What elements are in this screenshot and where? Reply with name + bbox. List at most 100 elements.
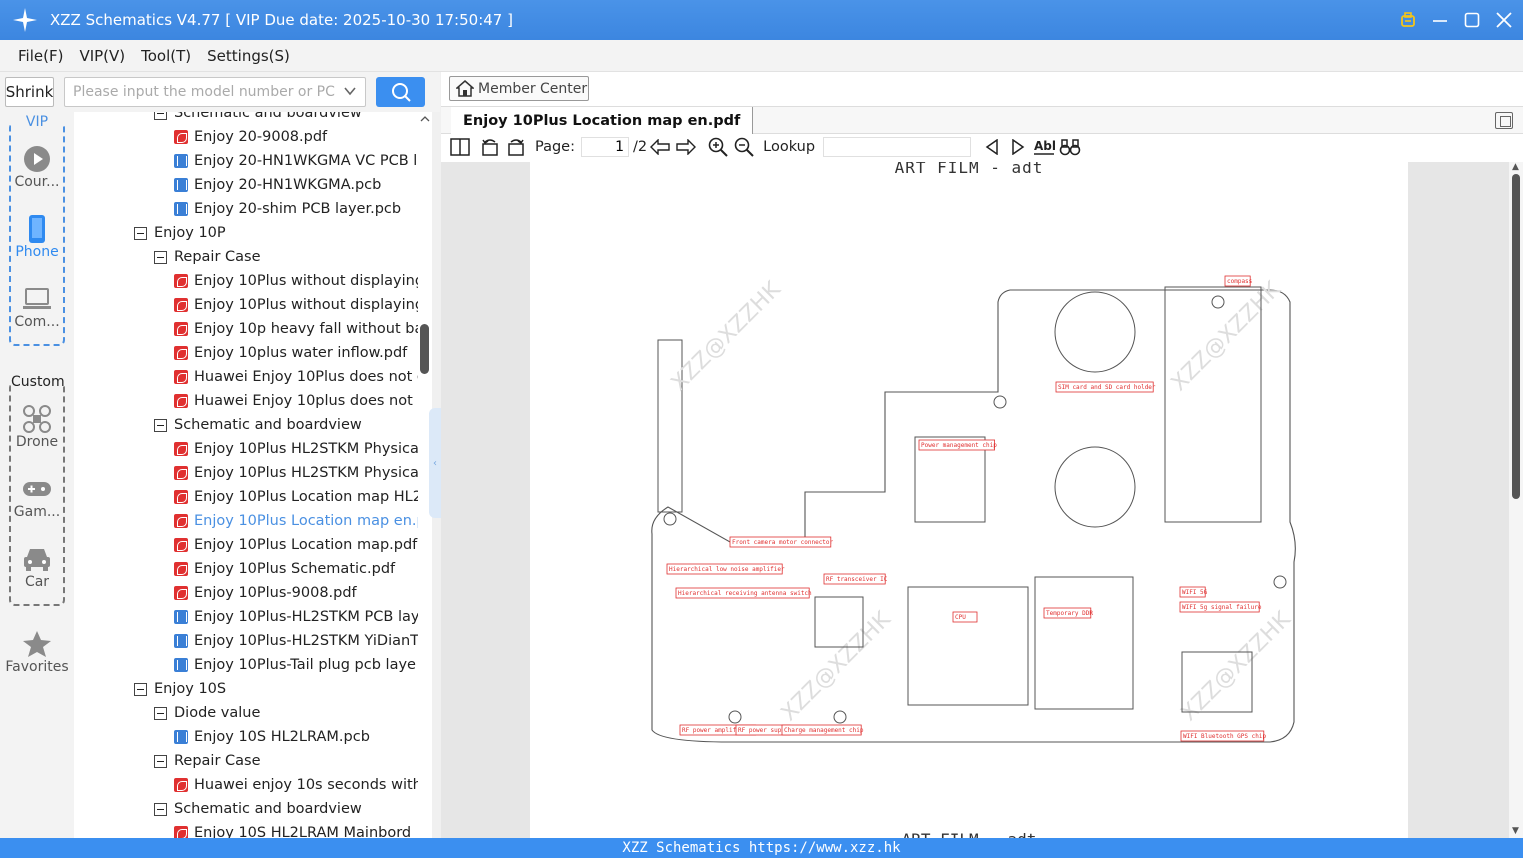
search-button[interactable] [376, 77, 425, 107]
tree-folder[interactable]: Repair Case [154, 245, 261, 269]
tree-file[interactable]: Enjoy 10Plus HL2STKM Physical [174, 461, 423, 485]
tree-row-label: Enjoy 10P [154, 225, 226, 241]
tree-file[interactable]: Enjoy 20-HN1WKGMA VC PCB l [174, 149, 417, 173]
collapse-toggle-icon[interactable] [154, 250, 167, 264]
collapse-toggle-icon[interactable] [154, 112, 167, 120]
collapse-toggle-icon[interactable] [154, 418, 167, 432]
tree-folder[interactable]: Diode value [154, 701, 260, 725]
tree-folder[interactable]: Schematic and boardview [154, 797, 362, 821]
tree-row-label: Diode value [174, 705, 261, 721]
play-icon [0, 144, 74, 174]
tree-scroll-thumb[interactable] [420, 324, 429, 374]
collapse-toggle-icon[interactable] [154, 706, 167, 720]
rail-item-favorites[interactable]: Favorites [0, 629, 74, 675]
tree-file[interactable]: Enjoy 20-HN1WKGMA.pcb [174, 173, 381, 197]
tree-file[interactable]: Enjoy 20-9008.pdf [174, 125, 327, 149]
chevron-down-icon[interactable] [343, 84, 357, 102]
tree-file[interactable]: Huawei Enjoy 10plus does not p [174, 389, 427, 413]
tree-file[interactable]: Huawei Enjoy 10Plus does not c [174, 365, 425, 389]
tree-file[interactable]: Enjoy 10S HL2LRAM Mainbord [174, 821, 411, 838]
zoom-out-icon[interactable] [733, 136, 755, 158]
maximize-icon[interactable] [1463, 11, 1481, 29]
tree-file[interactable]: Enjoy 10Plus HL2STKM Physical [174, 437, 423, 461]
tree-file[interactable]: Huawei enjoy 10s seconds with [174, 773, 422, 797]
collapse-panel-handle[interactable]: ‹ [429, 408, 441, 518]
rail-item-phone[interactable]: Phone [0, 214, 74, 260]
close-icon[interactable] [1495, 11, 1513, 29]
arrow-left-icon[interactable] [649, 136, 671, 158]
board-location-map: XZZ@XZZHKXZZ@XZZHKXZZ@XZZHKXZZ@XZZHKcomp… [651, 275, 1296, 743]
tree-file[interactable]: Enjoy 10Plus-HL2STKM PCB lay [174, 605, 419, 629]
home-icon [456, 79, 474, 97]
collapse-toggle-icon[interactable] [154, 754, 167, 768]
status-bar: XZZ Schematics https://www.xzz.hk [0, 838, 1523, 858]
page-number-input[interactable] [581, 137, 629, 157]
tree-folder[interactable]: Schematic and boardview [154, 413, 362, 437]
tree-file[interactable]: Enjoy 10p heavy fall without ba [174, 317, 423, 341]
collapse-toggle-icon[interactable] [134, 226, 147, 240]
shrink-button[interactable]: Shrink [5, 77, 54, 107]
find-next-icon[interactable] [1007, 136, 1029, 158]
arrow-right-icon[interactable] [675, 136, 697, 158]
tree-file[interactable]: Enjoy 10Plus without displaying [174, 293, 424, 317]
tree-file[interactable]: Enjoy 10Plus without displaying [174, 269, 424, 293]
tree-row-label: Enjoy 10Plus without displaying [194, 297, 425, 313]
scroll-down-icon[interactable]: ▼ [1512, 826, 1519, 836]
pdf-page: ART FILM - adt XZZ@XZZHK XZZ@XZZHK XZZ@XZZ… [530, 162, 1408, 838]
rotate-right-icon[interactable] [505, 136, 527, 158]
vip-badge-icon[interactable] [1399, 11, 1417, 29]
tree-file[interactable]: Enjoy 10Plus Location map.pdf [174, 533, 417, 557]
binoculars-icon[interactable] [1059, 136, 1081, 158]
tree-file[interactable]: Enjoy 10Plus-Tail plug pcb laye [174, 653, 416, 677]
screw-hole [993, 395, 1007, 409]
collapse-toggle-icon[interactable] [154, 802, 167, 816]
pdf-file-icon [174, 274, 188, 288]
viewer-scrollbar[interactable]: ▲ ▼ [1509, 162, 1523, 838]
tree-file[interactable]: Enjoy 20-shim PCB layer.pcb [174, 197, 401, 221]
tree-folder[interactable]: Repair Case [154, 749, 261, 773]
tree-row-label: Enjoy 20-HN1WKGMA.pcb [194, 177, 382, 193]
match-case-icon[interactable]: Abl [1033, 136, 1055, 158]
collapse-toggle-icon[interactable] [134, 682, 147, 696]
minimize-icon[interactable] [1431, 11, 1449, 29]
member-center-button[interactable]: Member Center [449, 76, 589, 101]
menu-settings[interactable]: Settings(S) [207, 47, 290, 65]
rotate-left-icon[interactable] [479, 136, 501, 158]
tree-folder[interactable]: Enjoy 10P [134, 221, 226, 245]
pdf-file-icon [174, 514, 188, 528]
rail-item-drone[interactable]: Drone [0, 404, 74, 450]
tree-row-label: Enjoy 10Plus without displaying [194, 273, 425, 289]
tree-folder[interactable]: Schematic and boardview [154, 112, 362, 125]
title-bar: XZZ Schematics V4.77 [ VIP Due date: 202… [0, 0, 1523, 40]
zoom-in-icon[interactable] [707, 136, 729, 158]
menu-file[interactable]: File(F) [18, 47, 63, 65]
tree-file[interactable]: Enjoy 10Plus-HL2STKM YiDianT [174, 629, 419, 653]
scroll-up-icon[interactable]: ▲ [1512, 162, 1519, 172]
watermark-text: XZZ@XZZHK [667, 277, 786, 396]
tree-file[interactable]: Enjoy 10Plus Location map HL2 [174, 485, 422, 509]
find-previous-icon[interactable] [981, 136, 1003, 158]
tree-file[interactable]: Enjoy 10Plus Schematic.pdf [174, 557, 395, 581]
restore-tab-icon[interactable] [1495, 112, 1513, 129]
rail-item-courses[interactable]: Cour... [0, 144, 74, 190]
tree-file[interactable]: Enjoy 10S HL2LRAM.pcb [174, 725, 370, 749]
lookup-input[interactable] [823, 137, 972, 157]
callout-label: WIFI 5g signal failure [1182, 604, 1262, 611]
tree-file[interactable]: Enjoy 10Plus Location map en.p [174, 509, 426, 533]
tree-file[interactable]: Enjoy 10plus water inflow.pdf [174, 341, 407, 365]
sidebar-toggle-icon[interactable] [449, 136, 471, 158]
search-combobox[interactable] [64, 77, 366, 107]
viewer-scroll-thumb[interactable] [1512, 174, 1520, 499]
menu-tool[interactable]: Tool(T) [141, 47, 191, 65]
car-icon [0, 544, 74, 574]
tree-file[interactable]: Enjoy 10Plus-9008.pdf [174, 581, 357, 605]
tab-document[interactable]: Enjoy 10Plus Location map en.pdf [451, 107, 754, 134]
search-input[interactable] [65, 78, 335, 106]
pdf-viewer[interactable]: ART FILM - adt XZZ@XZZHK XZZ@XZZHK XZZ@XZZ… [441, 162, 1523, 838]
tree-row-label: Huawei Enjoy 10plus does not p [194, 393, 427, 409]
menu-vip[interactable]: VIP(V) [79, 47, 125, 65]
rail-item-game[interactable]: Gam... [0, 474, 74, 520]
rail-item-computer[interactable]: Com... [0, 284, 74, 330]
tree-folder[interactable]: Enjoy 10S [134, 677, 226, 701]
rail-item-car[interactable]: Car [0, 544, 74, 590]
